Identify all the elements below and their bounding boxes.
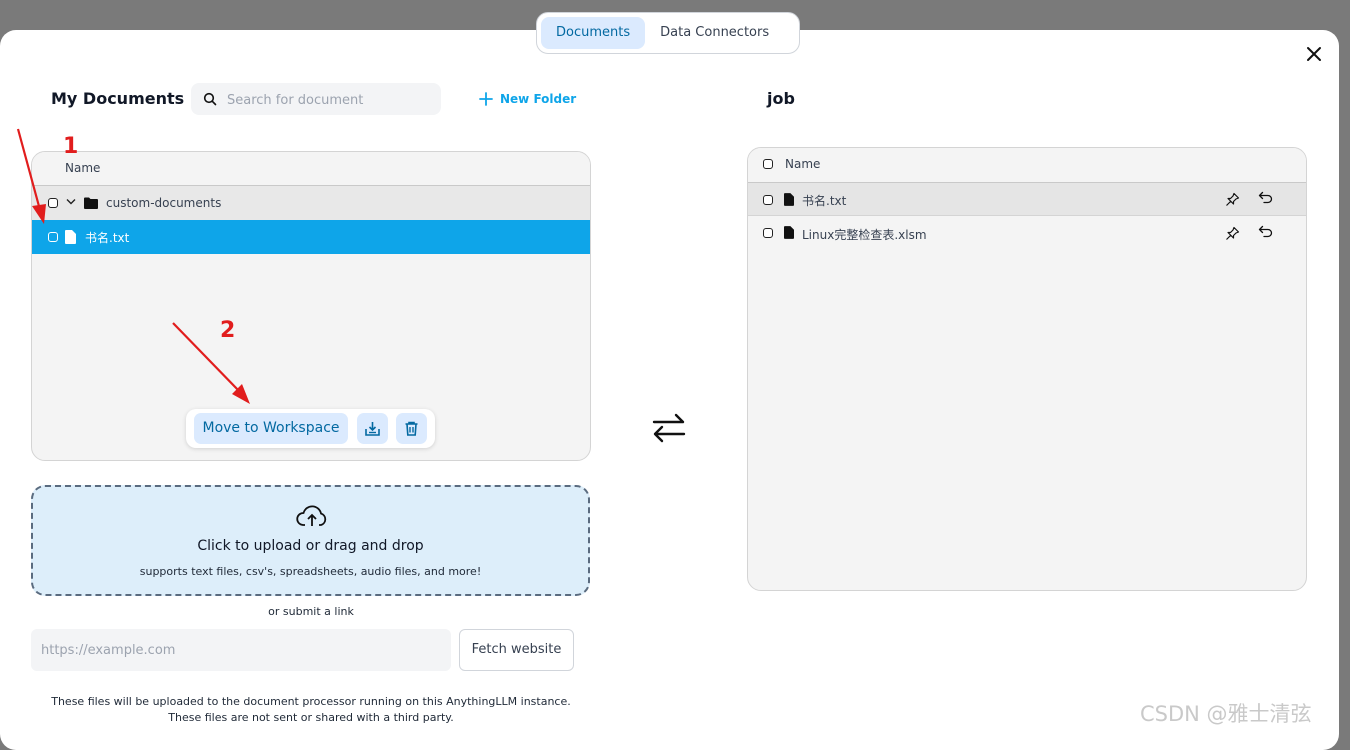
modal-tabs: Documents Data Connectors (536, 12, 800, 54)
upload-title: Click to upload or drag and drop (197, 538, 424, 554)
close-icon[interactable] (1303, 43, 1325, 65)
folder-icon (84, 197, 98, 209)
save-to-workspace-button[interactable] (357, 413, 388, 444)
workspace-title: job (767, 89, 795, 108)
file-name: 书名.txt (85, 231, 130, 245)
file-icon (65, 230, 76, 244)
workspace-file-name: 书名.txt (802, 194, 847, 208)
trash-icon (405, 421, 418, 436)
select-all-checkbox[interactable] (763, 159, 773, 169)
workspace-name-column-header: Name (785, 157, 821, 171)
file-row-selected[interactable]: 书名.txt (32, 220, 590, 254)
plus-icon (479, 92, 493, 106)
search-icon (203, 92, 217, 106)
name-column-header: Name (65, 161, 101, 175)
file-checkbox[interactable] (48, 232, 58, 242)
chevron-down-icon[interactable] (66, 198, 76, 206)
upload-notice-line2: These files are not sent or shared with … (168, 711, 454, 724)
upload-subtitle: supports text files, csv's, spreadsheets… (139, 565, 482, 578)
workspace-file-checkbox[interactable] (763, 195, 773, 205)
undo-icon[interactable] (1258, 225, 1273, 238)
pin-icon[interactable] (1225, 192, 1240, 207)
selection-action-bar: Move to Workspace (186, 409, 435, 448)
undo-icon[interactable] (1258, 191, 1273, 204)
workspace-file-name: Linux完整检查表.xlsm (802, 228, 927, 242)
document-search[interactable] (191, 83, 441, 117)
search-input[interactable] (225, 83, 434, 117)
workspace-file-row[interactable]: 书名.txt (748, 183, 1306, 216)
my-documents-title: My Documents (51, 89, 185, 108)
annotation-number-2: 2 (220, 318, 236, 343)
url-input[interactable] (31, 629, 451, 671)
fetch-website-button[interactable]: Fetch website (459, 629, 574, 671)
new-folder-button[interactable]: New Folder (478, 89, 576, 109)
save-to-workspace-icon (365, 422, 380, 436)
new-folder-label: New Folder (500, 92, 577, 106)
upload-notice-line1: These files will be uploaded to the docu… (51, 695, 571, 708)
workspace-documents-panel: Name 书名.txt Linux完整检查表.xlsm (747, 147, 1307, 591)
tab-data-connectors[interactable]: Data Connectors (645, 17, 784, 49)
tab-documents[interactable]: Documents (541, 17, 646, 49)
folder-row[interactable]: custom-documents (32, 186, 590, 220)
delete-button[interactable] (396, 413, 427, 444)
workspace-file-row[interactable]: Linux完整检查表.xlsm (748, 216, 1306, 250)
cloud-upload-icon (296, 505, 327, 526)
move-to-workspace-button[interactable]: Move to Workspace (194, 413, 348, 444)
workspace-file-checkbox[interactable] (763, 228, 773, 238)
pin-icon[interactable] (1225, 226, 1240, 241)
upload-dropzone[interactable]: Click to upload or drag and drop support… (31, 485, 590, 596)
file-icon (784, 193, 794, 206)
workspace-table-header: Name (748, 148, 1306, 183)
table-header: Name (32, 152, 590, 186)
or-submit-link-label: or submit a link (268, 605, 354, 618)
file-icon (784, 226, 794, 239)
annotation-number-1: 1 (63, 134, 79, 159)
swap-arrows-icon (652, 413, 686, 443)
folder-name: custom-documents (106, 196, 222, 210)
folder-checkbox[interactable] (48, 198, 58, 208)
watermark: CSDN @雅士清弦 (1140, 702, 1312, 726)
